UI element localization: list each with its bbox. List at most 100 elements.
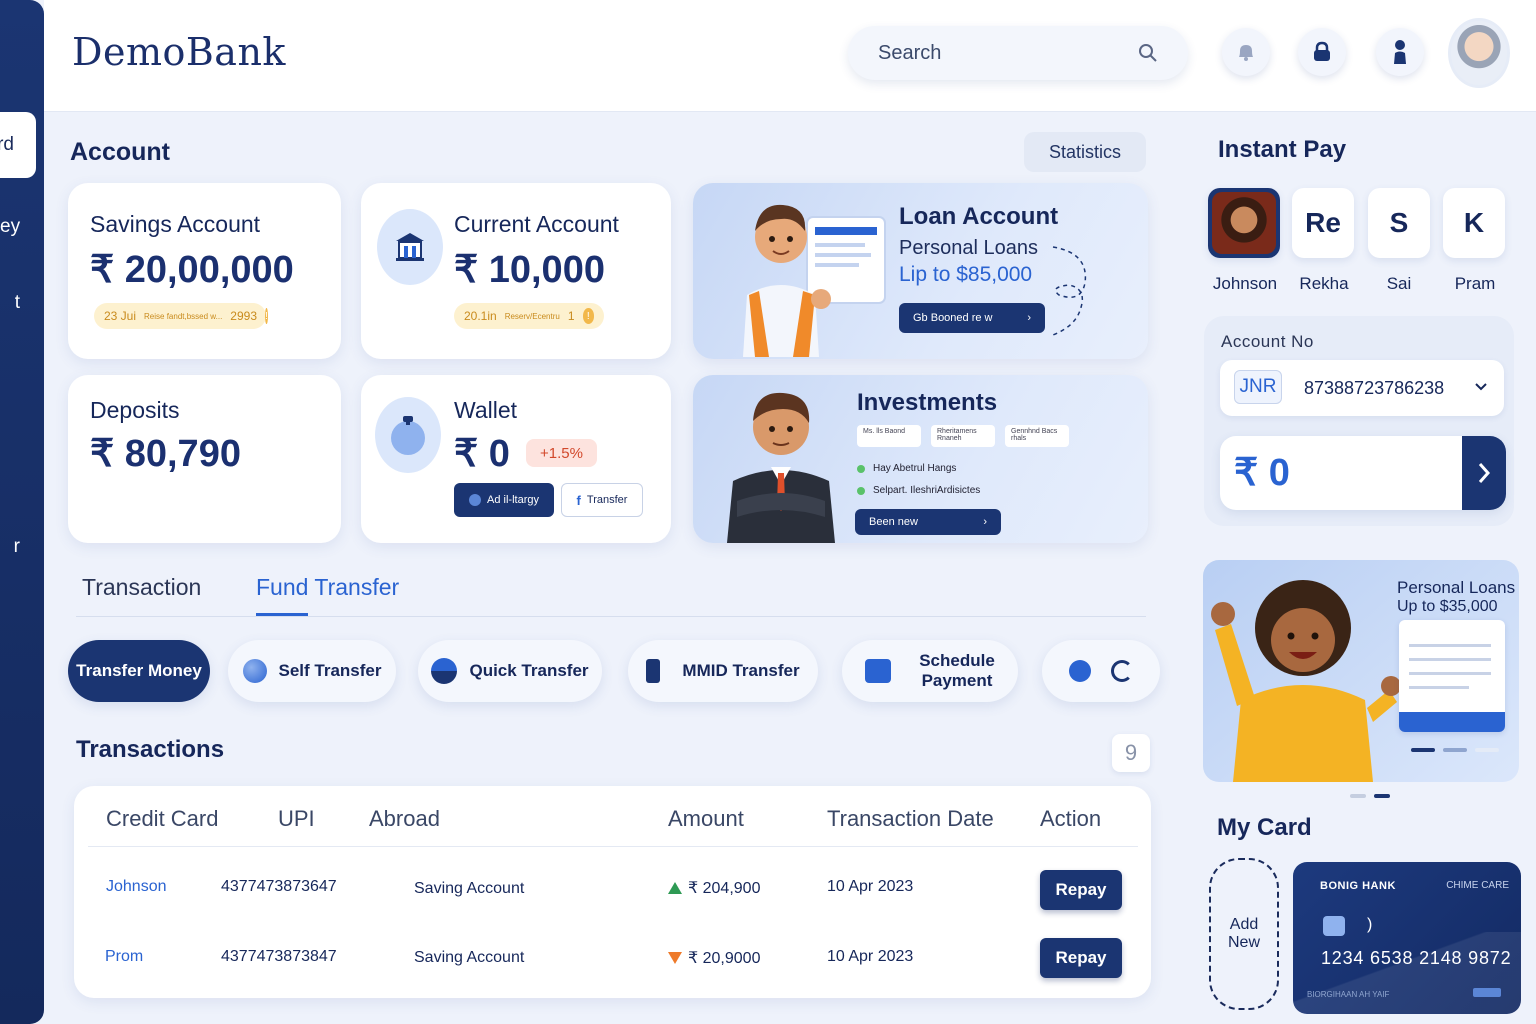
tab-fund-transfer[interactable]: Fund Transfer (256, 574, 399, 601)
chevron-right-icon: › (1027, 312, 1031, 324)
pager-dot[interactable] (1475, 748, 1499, 752)
payee-photo (1212, 192, 1276, 254)
top-header: DemoBank Search (44, 0, 1536, 112)
investment-item-label: Hay Abetrul Hangs (873, 463, 957, 474)
chevron-down-icon (1475, 383, 1487, 391)
profile-button[interactable] (1376, 28, 1424, 76)
plus-circle-icon (469, 494, 482, 506)
amount-value: ₹ 204,900 (688, 880, 761, 897)
column-header[interactable]: Transaction Date (827, 806, 994, 832)
current-account-card[interactable]: Current Account ₹ 10,000 20.1in Reserv/E… (361, 183, 671, 359)
more-transfer-button[interactable] (1042, 640, 1160, 702)
lock-button[interactable] (1298, 28, 1346, 76)
payee-rekha[interactable]: Re (1292, 188, 1354, 258)
carousel-dot[interactable] (1350, 794, 1366, 798)
transfer-money-button[interactable]: Transfer Money (68, 640, 210, 702)
doc-line (1409, 644, 1491, 647)
column-header[interactable]: Credit Card (106, 806, 218, 832)
tab-divider (76, 616, 1146, 617)
account-select[interactable]: JNR 87388723786238 (1220, 360, 1504, 416)
sidebar-item-money[interactable]: ey (0, 216, 44, 238)
add-label-line: Add (1229, 916, 1259, 933)
info-icon: ! (265, 308, 268, 324)
card-amount: ₹ 0 (454, 433, 510, 475)
search-input[interactable]: Search (878, 42, 1138, 65)
transactions-count-badge[interactable]: 9 (1112, 734, 1150, 772)
quick-transfer-button[interactable]: Quick Transfer (418, 640, 602, 702)
column-header[interactable]: UPI (278, 806, 315, 832)
personal-loans-promo[interactable]: Personal Loans Up to $35,000 (1203, 560, 1519, 782)
add-money-button[interactable]: Ad il-ltargy (454, 483, 554, 517)
search-icon[interactable] (1138, 43, 1158, 63)
card-note: 20.1in Reserv/Ecentru 1 ! (454, 303, 604, 329)
payee-link[interactable]: Johnson (106, 878, 167, 896)
investments-button[interactable]: Been new › (855, 509, 1001, 535)
self-transfer-button[interactable]: Self Transfer (228, 640, 396, 702)
investments-promo[interactable]: Investments Ms. lls Baond Rheritamens Rn… (693, 375, 1148, 543)
upi-id: 4377473873847 (221, 948, 337, 965)
sidebar-item-dashboard[interactable]: rd (0, 112, 36, 178)
sidebar-item-3[interactable]: t (0, 292, 44, 314)
savings-account-card[interactable]: Savings Account ₹ 20,00,000 23 Jui Reise… (68, 183, 341, 359)
repay-button[interactable]: Repay (1040, 938, 1122, 978)
doc-line (1409, 686, 1469, 689)
add-card-button[interactable]: Add New (1209, 858, 1279, 1010)
tab-transaction[interactable]: Transaction (82, 574, 201, 601)
sidebar-item-label: rd (0, 134, 14, 155)
app-logo: DemoBank (72, 30, 286, 74)
card-note: 23 Jui Reise fandt,bssed w... 2993 ! (94, 303, 268, 329)
search-bar[interactable]: Search (848, 26, 1188, 80)
my-card-title: My Card (1217, 814, 1312, 841)
payee-johnson[interactable] (1208, 188, 1280, 258)
payee-name: Johnson (1212, 274, 1278, 293)
column-header[interactable]: Action (1040, 806, 1101, 832)
note-text: Reserv/Ecentru (504, 311, 560, 321)
sidebar-item-4[interactable]: r (0, 536, 44, 558)
mmid-transfer-button[interactable]: MMID Transfer (628, 640, 818, 702)
column-header[interactable]: Abroad (369, 806, 440, 832)
amount-cell: ₹ 20,9000 (668, 948, 760, 968)
payee-link[interactable]: Prom (105, 948, 143, 966)
pager-dot[interactable] (1443, 748, 1467, 752)
amount-cell: ₹ 204,900 (668, 878, 760, 898)
card-amount: ₹ 20,00,000 (90, 249, 294, 291)
schedule-payment-button[interactable]: Schedule Payment (842, 640, 1018, 702)
payee-sai[interactable]: S (1368, 188, 1430, 258)
repay-button[interactable]: Repay (1040, 870, 1122, 910)
button-label: Ad il-ltargy (487, 494, 539, 506)
button-label: MMID Transfer (682, 661, 800, 680)
bell-button[interactable] (1222, 28, 1270, 76)
card-number: 1234 6538 2148 9872 (1321, 948, 1512, 968)
deposits-card[interactable]: Deposits ₹ 80,790 (68, 375, 341, 543)
promo-title: Personal Loans (1397, 578, 1516, 597)
card-strip (1473, 988, 1501, 997)
column-header[interactable]: Amount (668, 806, 744, 832)
statistics-button[interactable]: Statistics (1024, 132, 1146, 172)
card-sheen (1293, 932, 1521, 1014)
currency-badge: JNR (1234, 370, 1282, 404)
dashed-arrow-decoration (1052, 246, 1087, 336)
globe-icon (242, 659, 267, 683)
user-icon (1394, 40, 1406, 64)
investment-chip[interactable]: Ms. lls Baond (857, 425, 921, 447)
header-divider (88, 846, 1138, 847)
doc-line (1409, 672, 1491, 675)
bank-icon (377, 209, 443, 285)
amount-value[interactable]: ₹ 0 (1234, 450, 1290, 495)
card-brand: CHIME CARE (1446, 880, 1509, 891)
transactions-table: Credit Card UPI Abroad Amount Transactio… (74, 786, 1151, 998)
carousel-dot[interactable] (1374, 794, 1390, 798)
wallet-transfer-button[interactable]: f Transfer (561, 483, 643, 517)
loan-apply-button[interactable]: Gb Booned re w › (899, 303, 1045, 333)
pager-dot[interactable] (1411, 748, 1435, 752)
investment-chip[interactable]: Gennhnd Bacs rhals (1005, 425, 1069, 447)
bank-card[interactable]: BONIG HANK CHIME CARE ) 1234 6538 2148 9… (1293, 862, 1521, 1014)
wallet-card[interactable]: Wallet ₹ 0 +1.5% Ad il-ltargy f Transfer (361, 375, 671, 543)
user-avatar[interactable] (1448, 18, 1510, 88)
pay-submit-button[interactable] (1462, 436, 1506, 510)
amount-input[interactable]: ₹ 0 (1220, 436, 1506, 510)
upi-id: 4377473873647 (221, 878, 337, 895)
investment-chip[interactable]: Rheritamens Rnaneh (931, 425, 995, 447)
loan-account-promo[interactable]: Loan Account Personal Loans Lip to $85,0… (693, 183, 1148, 359)
payee-pram[interactable]: K (1443, 188, 1505, 258)
